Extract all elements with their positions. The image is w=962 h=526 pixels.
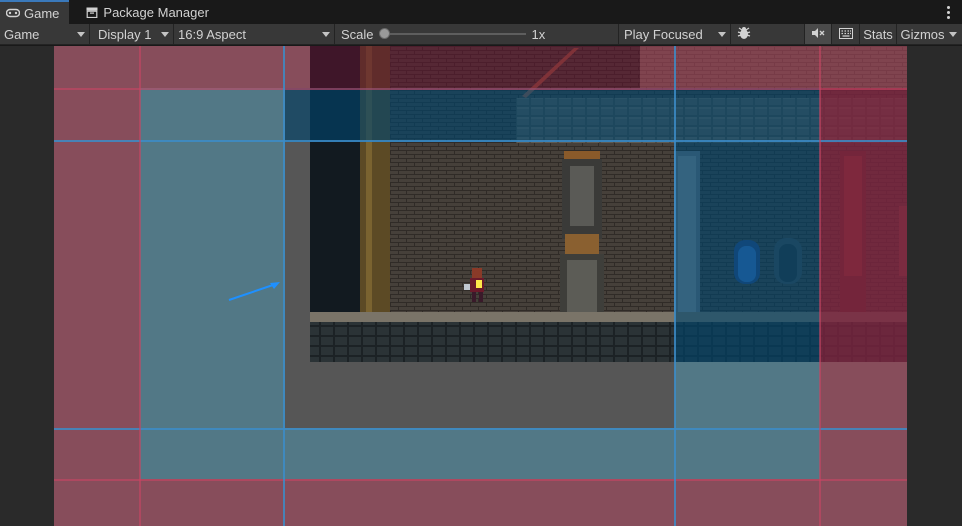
aspect-dropdown[interactable]: 16:9 Aspect: [174, 24, 335, 44]
scale-label: Scale: [341, 26, 374, 42]
tab-package-manager-label: Package Manager: [103, 4, 209, 20]
scale-slider[interactable]: [378, 28, 526, 39]
more-options-icon[interactable]: [942, 4, 954, 20]
scale-value: 1x: [531, 26, 546, 42]
guide-line-horizontal-bottom: [54, 428, 907, 430]
package-icon: [85, 5, 99, 19]
stats-button[interactable]: Stats: [859, 24, 896, 44]
gizmos-button[interactable]: Gizmos: [896, 24, 945, 44]
view-mode-dropdown[interactable]: Game: [0, 24, 90, 44]
dead-zone-top: [285, 88, 675, 142]
chevron-down-icon: [718, 31, 726, 37]
bound-line-horizontal-top: [54, 88, 907, 90]
play-mode-value: Play Focused: [624, 26, 703, 42]
view-mode-value: Game: [4, 26, 40, 42]
dead-zone-bottom: [285, 428, 820, 479]
chevron-down-icon: [322, 31, 330, 37]
tab-game[interactable]: Game: [0, 0, 70, 24]
chevron-down-icon: [161, 31, 169, 37]
stats-label: Stats: [863, 26, 893, 42]
gizmos-label: Gizmos: [900, 26, 945, 42]
display-value: Display 1: [98, 26, 152, 42]
dead-zone-right: [675, 88, 820, 362]
guide-line-horizontal-top: [54, 140, 907, 142]
game-toolbar: Game Display 1 16:9 Aspect Scale 1x Play…: [0, 24, 962, 45]
tab-bar: Game Package Manager: [0, 0, 962, 24]
tab-game-label: Game: [24, 5, 60, 21]
display-dropdown[interactable]: Display 1: [90, 24, 174, 44]
keyboard-icon: [838, 27, 853, 42]
camera-bounds-top-right: [640, 46, 907, 88]
chevron-down-icon: [77, 31, 85, 37]
shortcuts-button[interactable]: [831, 24, 859, 44]
tab-package-manager[interactable]: Package Manager: [69, 0, 219, 24]
soft-zone-right: [820, 88, 907, 362]
bound-line-horizontal-bottom: [54, 479, 907, 481]
aspect-value: 16:9 Aspect: [178, 26, 246, 42]
camera-target-arrow-icon: [228, 282, 280, 301]
gizmos-dropdown[interactable]: [944, 24, 962, 44]
bug-icon: [736, 26, 752, 43]
camera-bounds-top: [310, 46, 640, 88]
scale-control: Scale 1x: [335, 24, 619, 44]
gamepad-icon: [6, 6, 20, 20]
camera-bounds-bottom: [140, 479, 820, 526]
speaker-mute-icon: [811, 27, 825, 42]
play-mode-dropdown[interactable]: Play Focused: [621, 24, 731, 44]
game-viewport[interactable]: [0, 46, 962, 526]
bound-line-vertical-right: [819, 46, 821, 526]
guide-line-vertical-right: [674, 46, 676, 526]
game-render-area[interactable]: [54, 46, 907, 526]
dead-zone-right-lower: [675, 362, 820, 428]
scale-slider-thumb[interactable]: [378, 28, 390, 39]
frame-debugger-button[interactable]: [731, 24, 757, 44]
chevron-down-icon: [949, 31, 957, 37]
camera-bounds-left: [54, 46, 140, 526]
bound-line-vertical-left: [139, 46, 141, 526]
mute-audio-button[interactable]: [804, 24, 831, 44]
